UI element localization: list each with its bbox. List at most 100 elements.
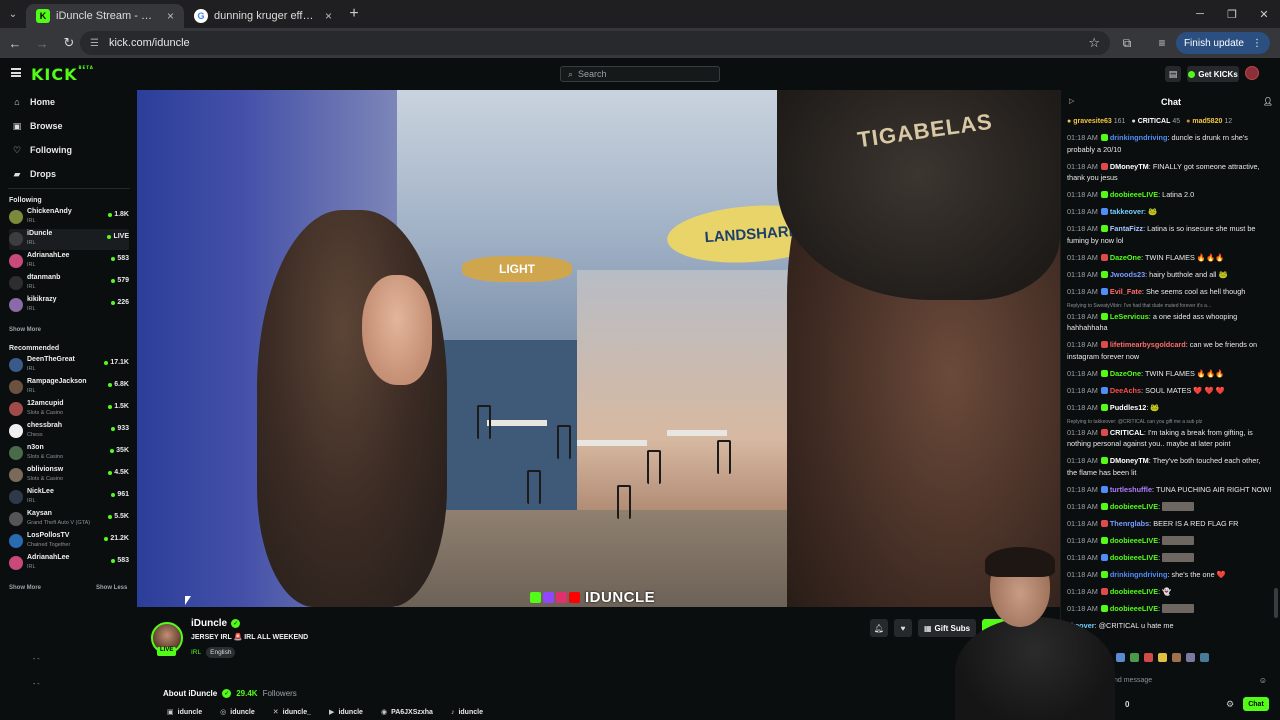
chat-message[interactable]: Replying to takkeover: @CRITICAL can you… [1067, 419, 1272, 450]
sidebar-channel-deenthegreat[interactable]: DeenTheGreat IRL 17.1K [9, 355, 129, 376]
message-username[interactable]: Evil_Fate [1110, 287, 1142, 296]
social-link-instagram[interactable]: ◎ iduncle [220, 708, 255, 717]
emote-icon[interactable] [1130, 653, 1139, 662]
show-more-button[interactable]: Show More [9, 585, 41, 591]
chat-send-button[interactable]: Chat [1243, 697, 1269, 711]
gifter-item[interactable]: ● CRITICAL 45 [1131, 118, 1180, 125]
chat-message[interactable]: 01:18 AM Thenrglabs: BEER IS A RED FLAG F… [1067, 518, 1272, 530]
sidebar-channel-chessbrah[interactable]: chessbrah Chess 933 [9, 421, 129, 442]
maximize-icon[interactable]: ❐ [1216, 0, 1248, 28]
chat-message[interactable]: 01:18 AM Jwoods23: hairy butthole and all… [1067, 269, 1272, 281]
get-kicks-button[interactable]: Get KICKs [1187, 66, 1239, 82]
message-username[interactable]: takkeover [1110, 207, 1144, 216]
library-icon[interactable]: ▤ [1165, 66, 1181, 82]
message-username[interactable]: drinkingndriving [1110, 570, 1168, 579]
chat-message[interactable]: 01:18 AM drinkingndriving: duncle is drun… [1067, 132, 1272, 155]
emote-icon[interactable] [1186, 653, 1195, 662]
sidebar-channel-rampagejackson[interactable]: RampageJackson IRL 6.8K [9, 377, 129, 398]
sidebar-channel-nicklee[interactable]: NickLee IRL 961 [9, 487, 129, 508]
social-link-youtube[interactable]: ▶ iduncle [329, 708, 363, 717]
streamer-name[interactable]: iDuncle ✓ [191, 618, 241, 629]
minimize-icon[interactable]: ─ [1184, 0, 1216, 28]
emoji-picker-icon[interactable]: ☺ [1259, 676, 1267, 685]
close-tab-icon[interactable]: × [325, 9, 332, 23]
chat-message[interactable]: Replying to SweatyVibin: I've had that d… [1067, 303, 1272, 334]
menu-icon[interactable] [11, 68, 21, 77]
social-link-kick[interactable]: ▣ iduncle [167, 708, 202, 717]
message-username[interactable]: DMoneyTM [1110, 162, 1149, 171]
more-menu-icon[interactable]: ⋮ [1252, 38, 1262, 49]
message-username[interactable]: doobieeeLIVE [1110, 587, 1158, 596]
message-username[interactable]: LeServicus [1110, 312, 1149, 321]
sidebar-channel-dtanmanb[interactable]: dtanmanb IRL 579 [9, 273, 129, 294]
sidebar-channel-adrianahlee[interactable]: AdrianahLee IRL 583 [9, 251, 129, 272]
message-username[interactable]: DazeOne [1110, 253, 1141, 262]
finish-update-button[interactable]: Finish update ⋮ [1175, 32, 1270, 54]
close-tab-icon[interactable]: × [167, 9, 174, 23]
media-icon[interactable]: ≡ [1150, 28, 1174, 58]
show-less-button[interactable]: Show Less [96, 585, 127, 591]
message-username[interactable]: Puddles12 [1110, 403, 1147, 412]
sidebar-channel-chickenandy[interactable]: ChickenAndy IRL 1.8K [9, 207, 129, 228]
new-tab-button[interactable]: + [342, 5, 366, 23]
nav-home[interactable]: ⌂ Home [12, 94, 55, 110]
emote-icon[interactable] [1200, 653, 1209, 662]
emote-icon[interactable] [1116, 653, 1125, 662]
close-window-icon[interactable]: ✕ [1248, 0, 1280, 28]
message-username[interactable]: doobieeeLIVE [1110, 536, 1158, 545]
message-username[interactable]: turtleshuffle [1110, 485, 1152, 494]
kick-logo[interactable]: KICKBETA [31, 65, 94, 84]
chat-message[interactable]: 01:18 AM Puddles12: 🐸 [1067, 402, 1272, 414]
chat-message[interactable]: 01:18 AM DMoneyTM: FINALLY got someone at… [1067, 161, 1272, 184]
message-username[interactable]: doobieeeLIVE [1110, 190, 1158, 199]
collapse-chat-icon[interactable]: ▷ [1069, 97, 1074, 105]
tab-google[interactable]: G dunning kruger effect - Google × [184, 4, 342, 28]
message-username[interactable]: doobieeeLIVE [1110, 502, 1158, 511]
message-username[interactable]: DMoneyTM [1110, 456, 1149, 465]
message-username[interactable]: lifetimearbysgoldcard [1110, 340, 1186, 349]
message-username[interactable]: Thenrglabs [1110, 519, 1149, 528]
emote-icon[interactable] [1172, 653, 1181, 662]
emote-icon[interactable] [1144, 653, 1153, 662]
social-link-x[interactable]: ✕ iduncle_ [273, 708, 311, 717]
sidebar-channel-adrianahlee[interactable]: AdrianahLee IRL 583 [9, 553, 129, 574]
sidebar-channel-lospollostv[interactable]: LosPollosTV Chained Together 21.2K [9, 531, 129, 552]
notification-bell-icon[interactable]: 🔔︎ [870, 619, 888, 637]
chat-message[interactable]: 01:18 AM turtleshuffle: TUNA PUCHING AIR … [1067, 484, 1272, 496]
message-username[interactable]: doobieeeLIVE [1110, 553, 1158, 562]
sidebar-channel-iduncle[interactable]: iDuncle IRL LIVE [9, 229, 129, 250]
heart-icon[interactable]: ♥ [894, 619, 912, 637]
back-icon[interactable]: ← [3, 31, 27, 55]
chat-scrollbar[interactable] [1274, 118, 1278, 618]
sidebar-channel-n3on[interactable]: n3on Slots & Casino 35K [9, 443, 129, 464]
user-avatar[interactable] [1245, 66, 1259, 80]
gifter-item[interactable]: ● gravesite63 161 [1067, 118, 1125, 125]
extensions-icon[interactable]: ⧉ [1115, 28, 1139, 58]
tab-kick[interactable]: K iDuncle Stream - Watch Live on × [26, 4, 184, 28]
address-bar[interactable]: ☰ kick.com/iduncle ☆ [80, 31, 1110, 55]
settings-gear-icon[interactable]: ⚙ [1226, 699, 1234, 710]
sidebar-channel-kaysan[interactable]: Kaysan Grand Theft Auto V (GTA) 5.5K [9, 509, 129, 530]
tab-search-icon[interactable]: ⌄ [0, 0, 26, 28]
chat-message[interactable]: 01:18 AM Evil_Fate: She seems cool as hel… [1067, 286, 1272, 298]
nav-following[interactable]: ♡ Following [12, 142, 72, 158]
chat-message[interactable]: 01:18 AM doobieeeLIVE: [1067, 535, 1272, 547]
chat-message[interactable]: 01:18 AM DazeOne: TWIN FLAMES 🔥🔥🔥 [1067, 252, 1272, 264]
site-info-icon[interactable]: ☰ [90, 38, 99, 49]
sidebar-channel-12amcupid[interactable]: 12amcupid Slots & Casino 1.5K [9, 399, 129, 420]
chat-message[interactable]: 01:18 AM doobieeeLIVE: Latina 2.0 [1067, 189, 1272, 201]
bookmark-star-icon[interactable]: ☆ [1088, 35, 1100, 51]
chat-message[interactable]: 01:18 AM doobieeeLIVE: [1067, 501, 1272, 513]
message-username[interactable]: doobieeeLIVE [1110, 604, 1158, 613]
category-link[interactable]: IRL [191, 649, 201, 656]
sidebar-channel-kikikrazy[interactable]: kikikrazy IRL 226 [9, 295, 129, 316]
show-more-button[interactable]: Show More [9, 327, 41, 333]
chat-users-icon[interactable]: 👤︎ [1263, 97, 1273, 106]
reload-icon[interactable]: ↻ [57, 31, 81, 55]
chat-message[interactable]: 01:18 AM lifetimearbysgoldcard: can we be… [1067, 339, 1272, 362]
gifter-item[interactable]: ● mad5820 12 [1186, 118, 1232, 125]
chat-message[interactable]: 01:18 AM takkeover: 🐸 [1067, 206, 1272, 218]
message-username[interactable]: CRITICAL [1110, 428, 1144, 437]
message-username[interactable]: FantaFizz [1110, 224, 1143, 233]
nav-drops[interactable]: ▰ Drops [12, 166, 56, 182]
